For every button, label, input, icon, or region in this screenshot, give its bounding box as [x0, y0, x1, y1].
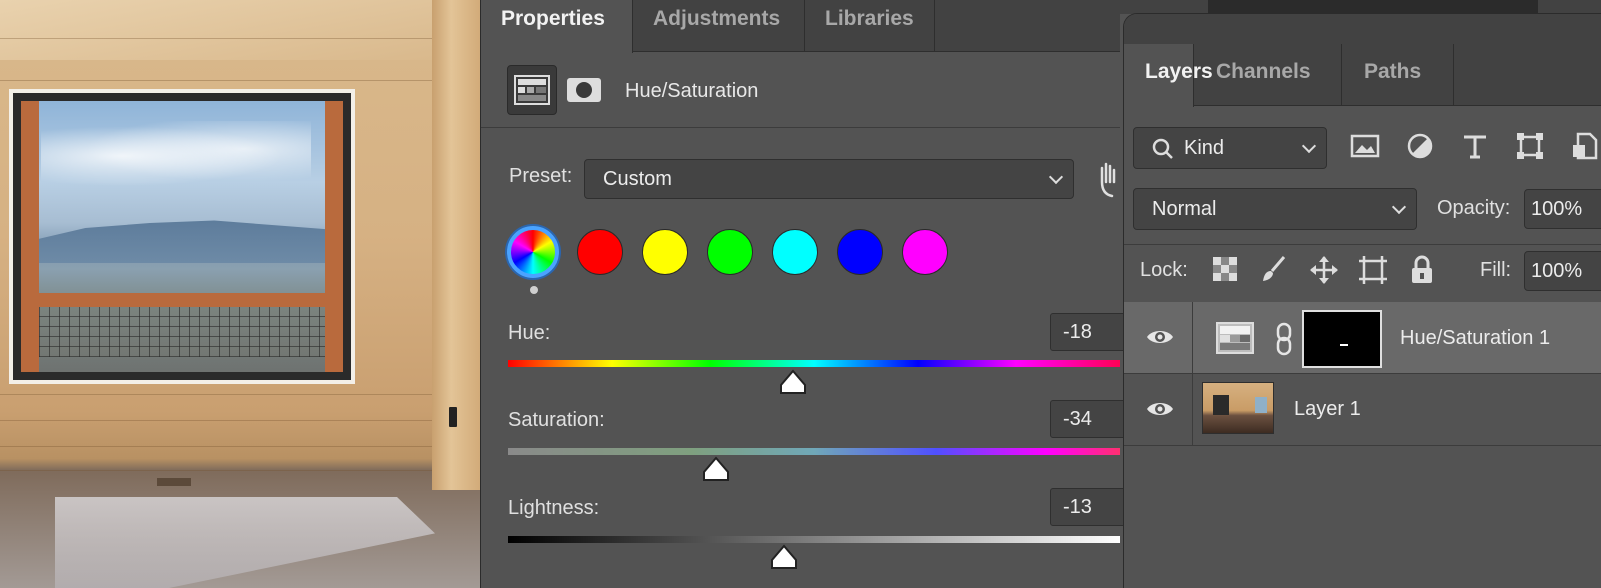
layer-filter-kind-dropdown[interactable]: Kind	[1133, 127, 1327, 169]
fill-label: Fill:	[1480, 259, 1512, 281]
layer-name[interactable]: Hue/Saturation 1	[1400, 327, 1550, 350]
document-canvas[interactable]	[0, 0, 480, 588]
search-icon	[1152, 138, 1173, 159]
dock-dark-bar	[1208, 0, 1538, 13]
porch-post	[325, 101, 343, 372]
row-separator	[1192, 302, 1193, 373]
hue-label: Hue:	[508, 322, 551, 344]
swatch-greens[interactable]	[707, 229, 753, 275]
lock-image-pixels-brush-icon[interactable]	[1260, 255, 1290, 285]
layer-thumbnail[interactable]	[1202, 382, 1274, 434]
chevron-down-icon	[1391, 199, 1407, 215]
swatch-yellows[interactable]	[642, 229, 688, 275]
saturation-slider-track[interactable]	[508, 448, 1120, 455]
tab-libraries[interactable]: Libraries	[805, 0, 935, 52]
wall-plank	[0, 420, 480, 421]
floor-vent	[157, 478, 191, 486]
chain-link-icon[interactable]	[1274, 322, 1294, 356]
preset-value: Custom	[603, 167, 672, 190]
lock-all-icon[interactable]	[1409, 255, 1439, 285]
wall-plank	[0, 470, 480, 471]
layers-panel: Layers Channels Paths Kind Normal Opacit…	[1123, 13, 1601, 588]
mask-icon	[567, 78, 601, 102]
type-layer-filter-icon[interactable]	[1460, 131, 1490, 161]
layer-mask-thumbnail[interactable]	[1302, 310, 1382, 368]
thumbnail-door	[1213, 395, 1229, 415]
targeted-adjustment-hand-icon[interactable]	[1098, 160, 1120, 200]
pixel-layer-filter-icon[interactable]	[1350, 131, 1380, 161]
lock-position-move-icon[interactable]	[1309, 255, 1339, 285]
row-separator	[1192, 374, 1193, 445]
swatch-reds[interactable]	[577, 229, 623, 275]
saturation-label: Saturation:	[508, 409, 605, 431]
hue-saturation-layer-icon	[1216, 322, 1254, 354]
tab-layers[interactable]: Layers	[1124, 44, 1213, 107]
wall-outlet	[449, 407, 457, 427]
blend-mode-value: Normal	[1152, 197, 1217, 220]
photo-mountain	[21, 220, 343, 263]
chevron-down-icon	[1048, 169, 1064, 185]
divider	[1124, 244, 1601, 245]
swatch-cyans[interactable]	[772, 229, 818, 275]
tab-channels[interactable]: Channels	[1194, 44, 1342, 106]
tab-paths[interactable]: Paths	[1342, 44, 1454, 106]
preset-dropdown[interactable]: Custom	[584, 159, 1074, 199]
hue-slider-track[interactable]	[508, 360, 1120, 367]
eye-visibility-icon[interactable]	[1146, 328, 1174, 346]
swatch-master[interactable]	[507, 226, 559, 278]
filter-kind-value: Kind	[1184, 136, 1225, 159]
adjustment-layer-filter-icon[interactable]	[1405, 131, 1435, 161]
master-indicator-dot	[530, 286, 538, 294]
lock-transparent-pixels-icon[interactable]	[1211, 255, 1241, 285]
chevron-down-icon	[1301, 138, 1317, 154]
window-frame	[13, 93, 351, 380]
thumbnail-window	[1255, 397, 1267, 413]
layer-row-hue-saturation[interactable]: Hue/Saturation 1	[1124, 302, 1601, 374]
window-view	[21, 101, 343, 372]
opacity-label: Opacity:	[1437, 197, 1511, 219]
smart-object-filter-icon[interactable]	[1570, 131, 1600, 161]
opacity-input[interactable]: 100%	[1524, 189, 1601, 229]
tab-properties[interactable]: Properties	[481, 0, 633, 53]
layer-row-layer-1[interactable]: Layer 1	[1124, 374, 1601, 446]
wall-plank	[0, 80, 480, 81]
lightness-label: Lightness:	[508, 497, 600, 519]
swatch-blues[interactable]	[837, 229, 883, 275]
photo-window	[9, 89, 355, 384]
shape-layer-filter-icon[interactable]	[1515, 131, 1545, 161]
blend-mode-dropdown[interactable]: Normal	[1133, 188, 1417, 230]
wall-plank	[0, 394, 480, 395]
mask-mark	[1340, 344, 1348, 346]
layers-tab-bar: Layers Channels Paths	[1124, 14, 1601, 107]
porch-rail	[21, 293, 343, 307]
adjustment-title: Hue/Saturation	[625, 80, 759, 102]
lock-label: Lock:	[1140, 259, 1188, 281]
properties-header: Hue/Saturation	[481, 52, 1120, 128]
porch-mesh	[39, 307, 325, 357]
layer-name[interactable]: Layer 1	[1294, 398, 1361, 421]
floor-sunlight	[55, 497, 435, 588]
hue-saturation-icon	[514, 75, 550, 105]
swatch-magentas[interactable]	[902, 229, 948, 275]
properties-tab-bar: Properties Adjustments Libraries	[481, 0, 1120, 53]
lock-artboard-icon[interactable]	[1358, 255, 1388, 285]
preset-label: Preset:	[509, 165, 573, 187]
wall-plank	[0, 446, 480, 447]
adjustment-icon-button[interactable]	[507, 65, 557, 115]
mask-icon-button[interactable]	[559, 65, 609, 115]
eye-visibility-icon[interactable]	[1146, 400, 1174, 418]
photo-clouds	[41, 121, 311, 191]
wall-plank	[0, 38, 480, 39]
lightness-slider-track[interactable]	[508, 536, 1120, 543]
photo-ceiling	[0, 0, 480, 60]
porch-post	[21, 101, 39, 372]
tab-adjustments[interactable]: Adjustments	[633, 0, 805, 52]
fill-input[interactable]: 100%	[1524, 251, 1601, 291]
